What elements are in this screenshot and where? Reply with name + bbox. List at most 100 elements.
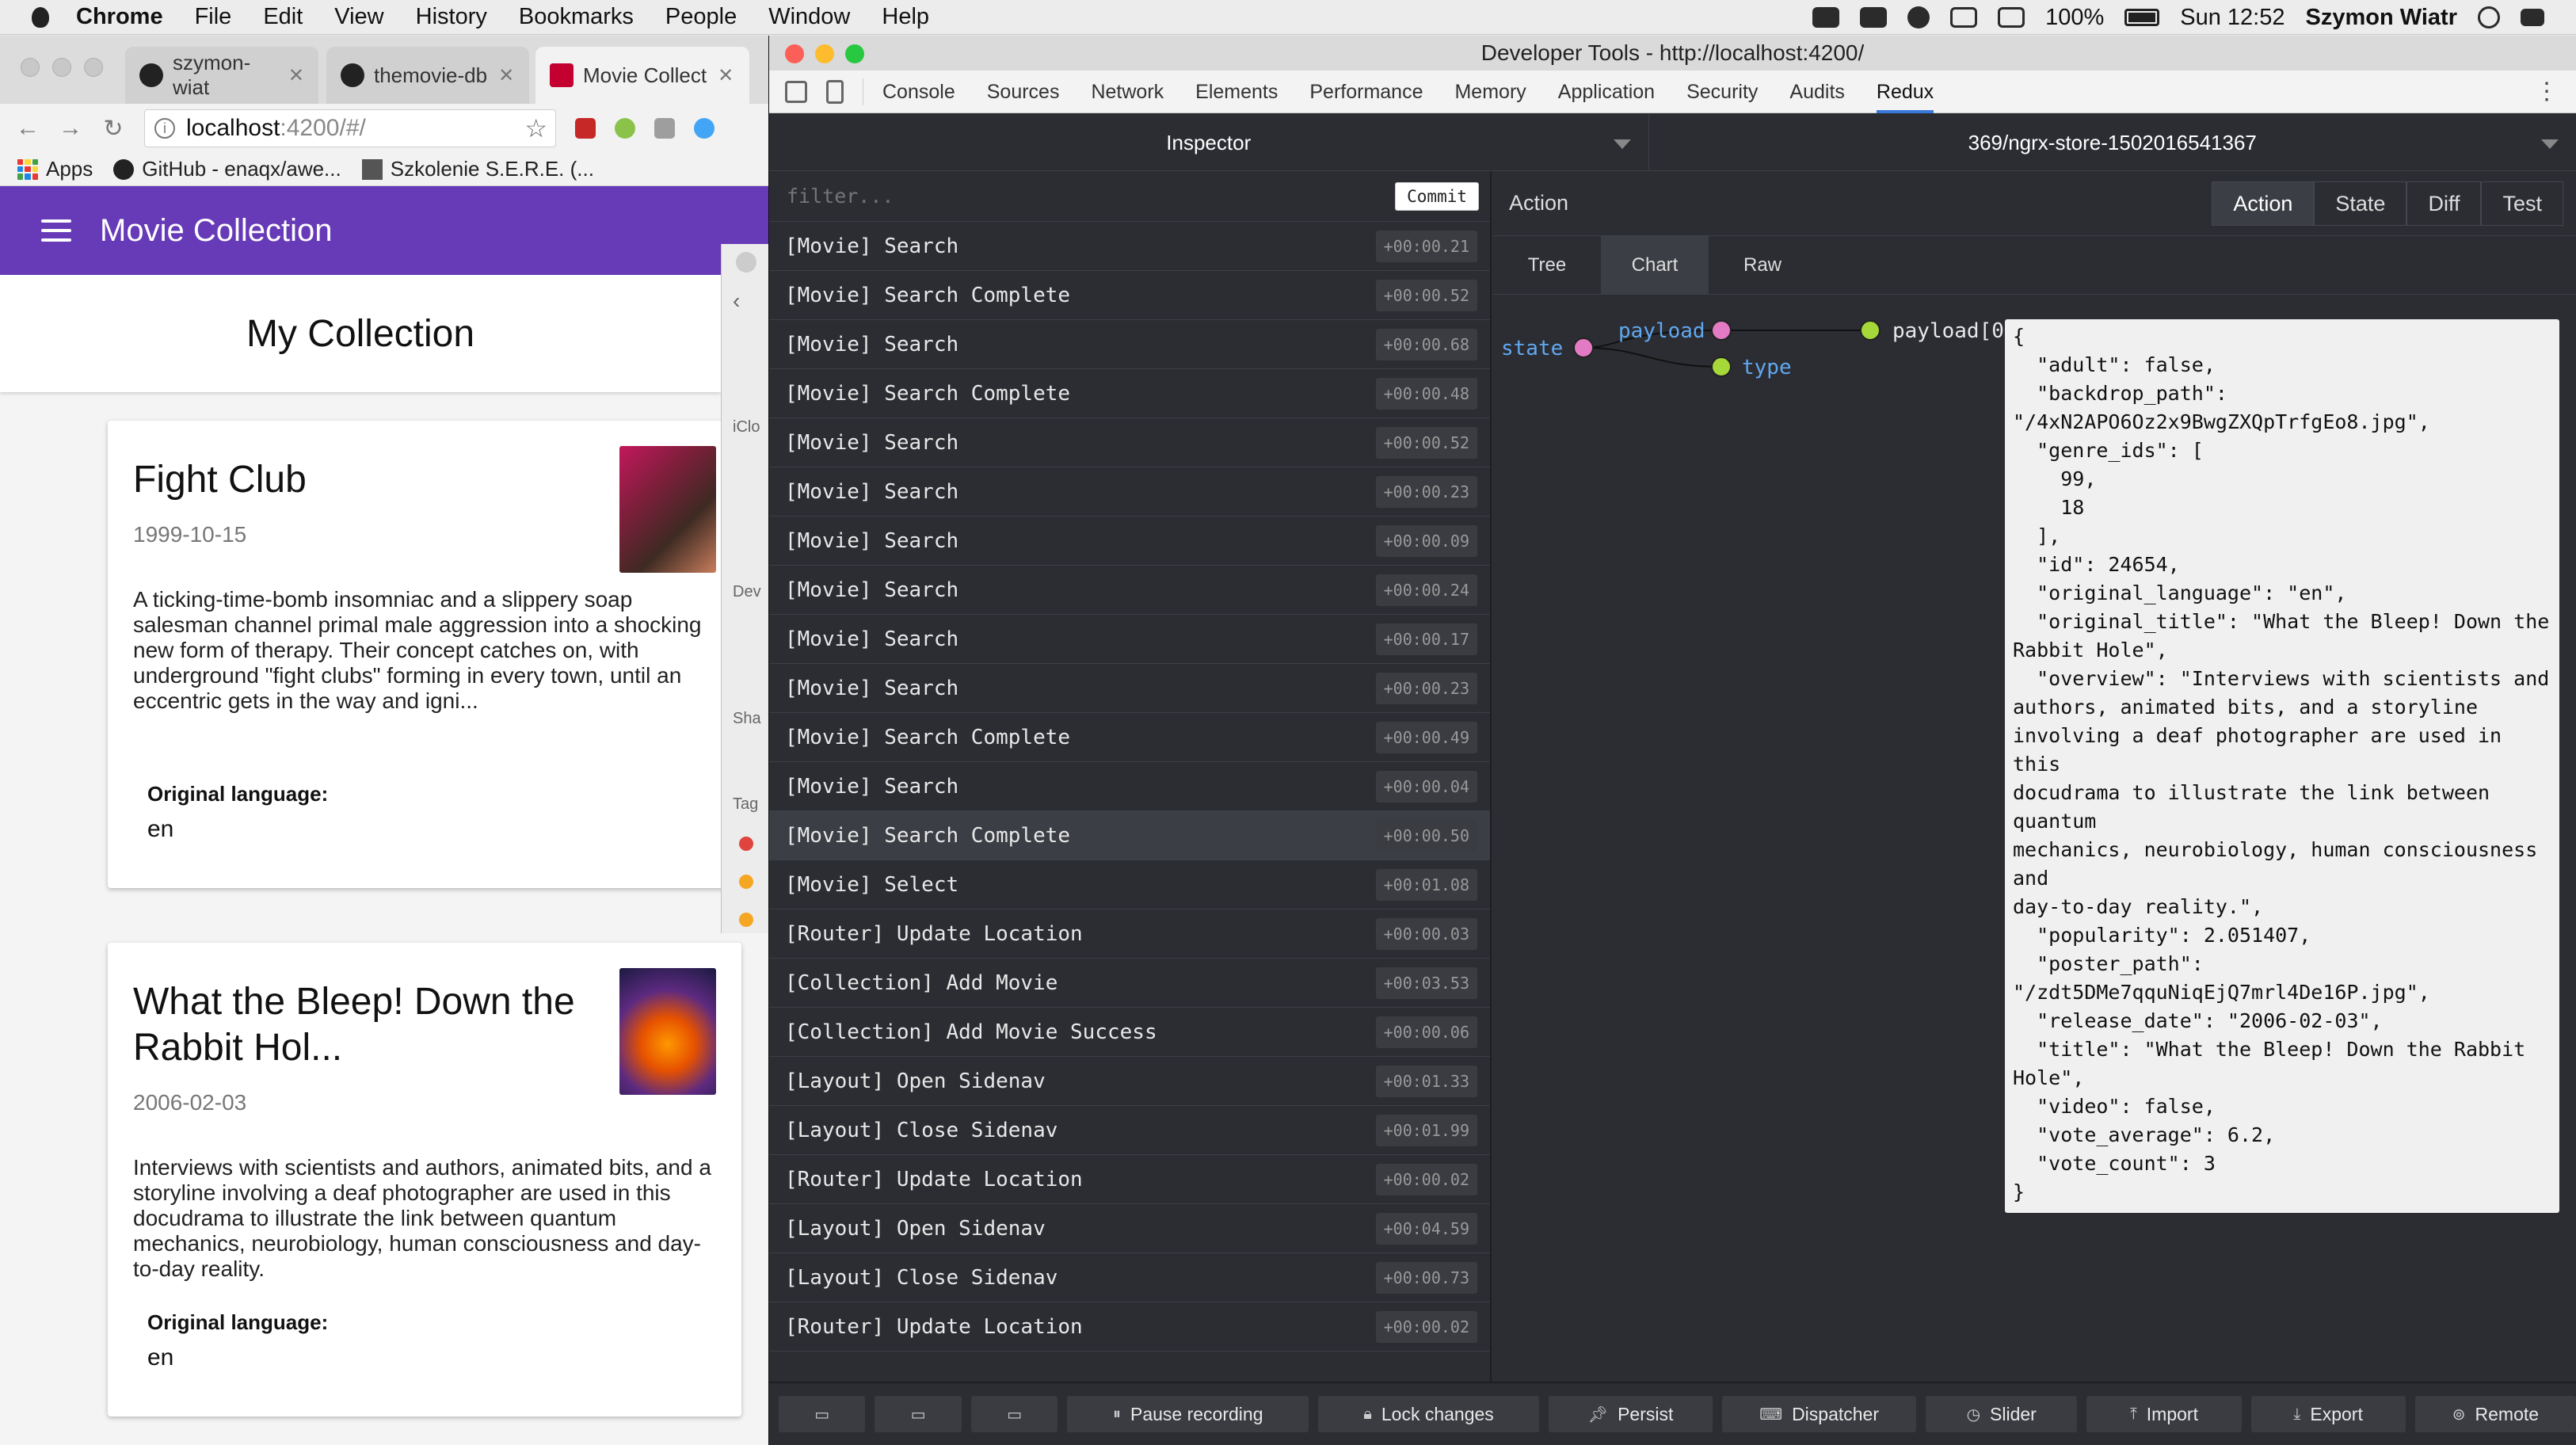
menu-history[interactable]: History — [416, 4, 487, 30]
spotlight-search-icon[interactable] — [2478, 6, 2500, 29]
action-list-item[interactable]: [Collection] Add Movie Success +00:00.06 — [769, 1008, 1490, 1057]
action-list-item[interactable]: [Layout] Open Sidenav +00:01.33 — [769, 1057, 1490, 1106]
mode-tab-state[interactable]: State — [2314, 181, 2407, 226]
action-list-item[interactable]: [Router] Update Location +00:00.03 — [769, 909, 1490, 959]
window-zoom-button[interactable] — [84, 58, 103, 77]
dispatcher-button[interactable]: ⌨ Dispatcher — [1722, 1396, 1917, 1432]
tab-close-icon[interactable]: ✕ — [718, 64, 734, 87]
menu-window[interactable]: Window — [768, 4, 850, 30]
lock-changes-button[interactable]: 🔒︎ Lock changes — [1318, 1396, 1539, 1432]
more-options-icon[interactable]: ⋮ — [2535, 78, 2559, 105]
extension-icon[interactable] — [694, 118, 714, 139]
chevron-left-icon[interactable]: ‹ — [733, 288, 740, 314]
chart-monitor-button[interactable]: ▭ — [970, 1396, 1058, 1432]
docker-icon[interactable] — [1860, 7, 1888, 28]
forward-arrow-icon[interactable]: → — [59, 115, 82, 142]
window-minimize-button[interactable] — [52, 58, 71, 77]
action-list-item[interactable]: [Layout] Close Sidenav +00:00.73 — [769, 1253, 1490, 1302]
site-info-icon[interactable]: i — [154, 118, 175, 139]
ublock-extension-icon[interactable] — [575, 118, 596, 139]
action-list-item[interactable]: [Movie] Search Complete +00:00.49 — [769, 713, 1490, 762]
menubar-clock[interactable]: Sun 12:52 — [2180, 5, 2284, 31]
inspect-element-icon[interactable] — [785, 80, 807, 103]
extension-icon[interactable] — [615, 118, 635, 139]
hamburger-menu-icon[interactable] — [41, 219, 71, 242]
menu-app-name[interactable]: Chrome — [76, 4, 163, 30]
tree-node-payload[interactable] — [1711, 320, 1732, 341]
menubar-user[interactable]: Szymon Wiatr — [2306, 5, 2458, 31]
wifi-icon[interactable] — [1950, 7, 1978, 28]
window-close-button[interactable] — [785, 44, 804, 63]
bookmark-szkolenie[interactable]: Szkolenie S.E.R.E. (... — [361, 157, 594, 181]
tab-performance[interactable]: Performance — [1309, 71, 1423, 113]
device-toolbar-icon[interactable] — [826, 79, 844, 104]
tag-orange-icon[interactable] — [739, 875, 753, 889]
persist-button[interactable]: 📌︎ Persist — [1548, 1396, 1713, 1432]
bookmark-star-icon[interactable]: ☆ — [524, 113, 547, 143]
tree-node-payload-0[interactable] — [1860, 320, 1881, 341]
import-button[interactable]: ⤒ Import — [2086, 1396, 2242, 1432]
slider-button[interactable]: ◷ Slider — [1926, 1396, 2078, 1432]
movie-card[interactable]: What the Bleep! Down the Rabbit Hol... 2… — [108, 943, 741, 1416]
action-list-item[interactable]: [Layout] Close Sidenav +00:01.99 — [769, 1106, 1490, 1155]
window-zoom-button[interactable] — [845, 44, 864, 63]
tab-audits[interactable]: Audits — [1789, 71, 1844, 113]
menu-people[interactable]: People — [665, 4, 737, 30]
mode-tab-diff[interactable]: Diff — [2406, 181, 2482, 226]
tab-sources[interactable]: Sources — [987, 71, 1060, 113]
menu-edit[interactable]: Edit — [263, 4, 303, 30]
action-list-item[interactable]: [Movie] Search Complete +00:00.52 — [769, 271, 1490, 320]
commit-button[interactable]: Commit — [1395, 181, 1479, 211]
address-bar[interactable]: i localhost :4200/#/ ☆ — [144, 109, 556, 147]
tab-close-icon[interactable]: ✕ — [288, 64, 304, 87]
tab-console[interactable]: Console — [882, 71, 955, 113]
action-list-item[interactable]: [Movie] Search Complete +00:00.48 — [769, 369, 1490, 418]
battery-icon[interactable] — [2124, 9, 2160, 26]
action-list-item[interactable]: [Movie] Search +00:00.68 — [769, 320, 1490, 369]
notification-center-icon[interactable] — [2521, 9, 2544, 26]
bookmark-github-awesome[interactable]: GitHub - enaqx/awe... — [113, 157, 341, 181]
action-list-item[interactable]: [Layout] Open Sidenav +00:04.59 — [769, 1204, 1490, 1253]
action-list-item[interactable]: [Movie] Search +00:00.17 — [769, 615, 1490, 664]
action-list-item[interactable]: [Router] Update Location +00:00.02 — [769, 1155, 1490, 1204]
skype-icon[interactable] — [1907, 6, 1930, 29]
remote-button[interactable]: ⊚ Remote — [2414, 1396, 2576, 1432]
log-monitor-button[interactable]: ▭ — [875, 1396, 962, 1432]
tag-red-icon[interactable] — [739, 837, 753, 851]
tag-yellow-icon[interactable] — [739, 913, 753, 927]
tab-close-icon[interactable]: ✕ — [498, 64, 514, 87]
action-list-item[interactable]: [Collection] Add Movie +00:03.53 — [769, 959, 1490, 1008]
bookmark-apps[interactable]: Apps — [17, 157, 93, 181]
window-minimize-button[interactable] — [815, 44, 834, 63]
menu-file[interactable]: File — [195, 4, 232, 30]
action-list-item[interactable]: [Movie] Search +00:00.09 — [769, 517, 1490, 566]
tab-memory[interactable]: Memory — [1454, 71, 1526, 113]
window-close-button[interactable] — [21, 58, 40, 77]
menu-help[interactable]: Help — [882, 4, 929, 30]
pause-recording-button[interactable]: ⏸ Pause recording — [1067, 1396, 1309, 1432]
tab-redux[interactable]: Redux — [1876, 71, 1934, 113]
view-tab-raw[interactable]: Raw — [1709, 236, 1816, 294]
view-tab-tree[interactable]: Tree — [1493, 236, 1601, 294]
action-list-item[interactable]: [Movie] Search +00:00.52 — [769, 418, 1490, 467]
extension-icon[interactable] — [654, 118, 675, 139]
back-arrow-icon[interactable]: ← — [16, 115, 40, 142]
inspector-monitor-button[interactable]: ▭ — [779, 1396, 866, 1432]
movie-card[interactable]: Fight Club 1999-10-15 A ticking-time-bom… — [108, 421, 741, 888]
action-list-item[interactable]: [Router] Update Location +00:00.02 — [769, 1302, 1490, 1352]
browser-tab-movie-collection[interactable]: Movie Collect ✕ — [535, 47, 749, 104]
airplay-icon[interactable] — [1998, 7, 2025, 28]
action-list-item[interactable]: [Movie] Select +00:01.08 — [769, 860, 1490, 909]
tab-application[interactable]: Application — [1558, 71, 1655, 113]
tree-node-type[interactable] — [1711, 356, 1732, 377]
finder-close-button[interactable] — [736, 252, 756, 273]
creative-cloud-icon[interactable] — [1812, 7, 1840, 28]
tab-network[interactable]: Network — [1091, 71, 1164, 113]
menu-view[interactable]: View — [334, 4, 383, 30]
mode-tab-test[interactable]: Test — [2481, 181, 2563, 226]
action-list-item[interactable]: [Movie] Search +00:00.23 — [769, 664, 1490, 713]
tree-node-state[interactable] — [1573, 337, 1594, 358]
action-list-item[interactable]: [Movie] Search +00:00.23 — [769, 467, 1490, 517]
export-button[interactable]: ⤓ Export — [2250, 1396, 2406, 1432]
apple-icon[interactable] — [32, 6, 49, 28]
